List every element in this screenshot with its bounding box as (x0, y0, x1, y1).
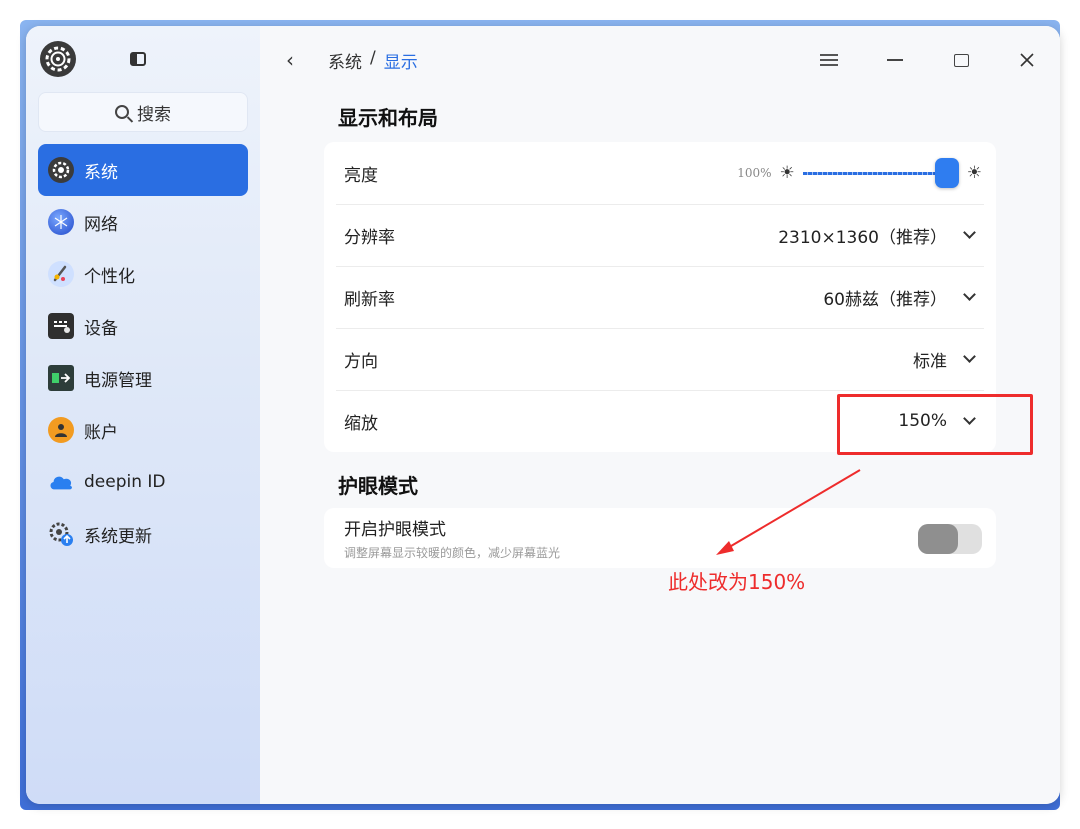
personalization-icon (48, 261, 74, 287)
close-icon[interactable] (994, 40, 1060, 80)
eye-care-switch[interactable] (918, 524, 982, 554)
device-icon (48, 313, 74, 339)
sidebar-item-deepin-id[interactable]: deepin ID (38, 456, 248, 508)
network-icon (48, 209, 74, 235)
sidebar-item-system[interactable]: 系统 (38, 144, 248, 196)
settings-app-icon (40, 41, 76, 77)
chevron-down-icon[interactable] (963, 288, 976, 301)
sun-low-icon: ☀ (779, 163, 795, 183)
brightness-slider-handle[interactable] (934, 158, 959, 188)
breadcrumb-separator: / (370, 47, 376, 68)
cloud-icon (48, 469, 74, 495)
eye-care-card: 开启护眼模式 调整屏幕显示较暖的颜色，减少屏幕蓝光 (324, 508, 996, 568)
menu-icon[interactable] (796, 40, 862, 80)
breadcrumb: 系统 / 显示 (328, 48, 418, 73)
resolution-label: 分辨率 (344, 227, 395, 248)
sidebar-item-power[interactable]: 电源管理 (38, 352, 248, 404)
annotation-highlight-box (837, 394, 1033, 455)
sidebar-item-update[interactable]: 系统更新 (38, 508, 248, 560)
orientation-value: 标准 (913, 351, 947, 372)
sidebar-item-label: 系统 (84, 162, 118, 183)
resolution-value: 2310×1360（推荐） (778, 227, 947, 248)
eye-care-description: 调整屏幕显示较暖的颜色，减少屏幕蓝光 (344, 546, 561, 560)
sidebar-item-personalization[interactable]: 个性化 (38, 248, 248, 300)
search-icon (115, 105, 129, 119)
titlebar: ‹ 系统 / 显示 (260, 26, 1060, 94)
chevron-down-icon[interactable] (963, 226, 976, 239)
minimize-icon[interactable] (862, 40, 928, 80)
resolution-row[interactable]: 分辨率 2310×1360（推荐） (324, 204, 996, 266)
orientation-row[interactable]: 方向 标准 (324, 328, 996, 390)
sidebar-item-label: 个性化 (84, 266, 135, 287)
sidebar-item-label: 网络 (84, 214, 118, 235)
brightness-slider[interactable] (802, 158, 959, 188)
sidebar-item-device[interactable]: 设备 (38, 300, 248, 352)
sidebar-item-label: deepin ID (84, 472, 166, 492)
refresh-rate-value: 60赫兹（推荐） (823, 289, 947, 310)
breadcrumb-current: 显示 (383, 52, 418, 73)
sidebar-item-account[interactable]: 账户 (38, 404, 248, 456)
sidebar-item-network[interactable]: 网络 (38, 196, 248, 248)
refresh-rate-row[interactable]: 刷新率 60赫兹（推荐） (324, 266, 996, 328)
refresh-rate-label: 刷新率 (344, 289, 395, 310)
sidebar-item-label: 系统更新 (84, 526, 152, 547)
chevron-down-icon[interactable] (963, 350, 976, 363)
annotation-text: 此处改为150% (668, 570, 806, 594)
account-icon (48, 417, 74, 443)
sidebar-item-label: 电源管理 (84, 370, 152, 391)
sidebar-toggle-icon[interactable] (130, 52, 146, 66)
back-arrow-icon[interactable]: ‹ (286, 48, 306, 72)
switch-knob (918, 524, 958, 554)
brightness-percent: 100% (737, 166, 772, 180)
scale-label: 缩放 (344, 413, 378, 434)
sidebar-nav: 系统 网络 个性化 设备 电源管理 账户 deepin ID 系统更新 (38, 144, 248, 560)
sidebar: 搜索 系统 网络 个性化 设备 电源管理 账户 deepin ID 系统更新 (26, 26, 260, 804)
orientation-label: 方向 (344, 351, 378, 372)
power-icon (48, 365, 74, 391)
breadcrumb-parent[interactable]: 系统 (328, 48, 362, 73)
brightness-row: 亮度 100% ☀ ☀ (324, 142, 996, 204)
eye-care-row: 开启护眼模式 调整屏幕显示较暖的颜色，减少屏幕蓝光 (324, 508, 996, 568)
maximize-icon[interactable] (928, 40, 994, 80)
sun-high-icon: ☀ (966, 163, 982, 183)
search-input[interactable]: 搜索 (38, 92, 248, 132)
eye-care-toggle-label: 开启护眼模式 (344, 520, 446, 540)
update-icon (48, 521, 74, 547)
sidebar-item-label: 账户 (84, 422, 118, 443)
window-controls (796, 26, 1060, 94)
section-title-eye-care: 护眼模式 (338, 474, 418, 498)
section-title-display: 显示和布局 (338, 106, 438, 130)
system-icon (48, 157, 74, 183)
sidebar-item-label: 设备 (84, 318, 118, 339)
brightness-label: 亮度 (344, 165, 378, 186)
search-placeholder: 搜索 (137, 104, 171, 125)
